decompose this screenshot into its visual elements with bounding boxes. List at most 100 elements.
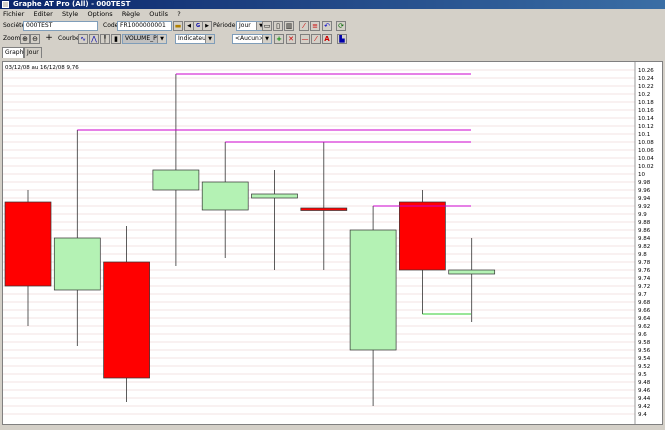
date-range-label: 03/12/08 au 16/12/08 9,76 xyxy=(5,65,79,71)
chart-settings-icon[interactable]: ▙ xyxy=(337,34,347,44)
refresh-icon[interactable]: ⟳ xyxy=(336,21,346,31)
aucun-value: <Aucun> xyxy=(235,35,264,42)
y-tick-label: 10.22 xyxy=(638,84,654,90)
code-input[interactable]: FR1000000001 xyxy=(117,21,172,31)
y-tick-label: 10.06 xyxy=(638,148,654,154)
y-tick-label: 9.62 xyxy=(638,324,650,330)
candle-body xyxy=(103,261,150,379)
y-tick-label: 10.24 xyxy=(638,76,654,82)
chevron-down-icon[interactable]: ▼ xyxy=(262,35,271,43)
candle-curve-icon[interactable]: ▮ xyxy=(111,34,121,44)
y-tick-label: 9.58 xyxy=(638,340,651,346)
area-curve-icon[interactable]: ⋀ xyxy=(89,34,99,44)
y-tick-label: 10.2 xyxy=(638,92,650,98)
y-tick-label: 10.16 xyxy=(638,108,654,114)
societe-label: Société xyxy=(3,22,26,29)
y-tick-label: 9.94 xyxy=(638,196,651,202)
y-tick-label: 10.1 xyxy=(638,132,650,138)
candlestick-chart: 10.26 10.24 10.22 10.2 10.18 10.16 10.14 10.12 1… xyxy=(3,62,654,424)
y-tick-label: 9.54 xyxy=(638,356,651,362)
window-split-icon[interactable]: ▯ xyxy=(273,21,283,31)
candle-body xyxy=(349,229,397,351)
y-tick-label: 10.26 xyxy=(638,68,654,74)
y-tick-label: 9.98 xyxy=(638,180,651,186)
y-tick-label: 10 xyxy=(638,172,645,178)
chart-area[interactable]: 10.26 10.24 10.22 10.2 10.18 10.16 10.14 10.12 1… xyxy=(2,61,663,425)
y-tick-label: 9.88 xyxy=(638,220,651,226)
y-tick-label: 9.4 xyxy=(638,412,647,418)
candle-body xyxy=(53,237,101,291)
y-tick-label: 9.9 xyxy=(638,212,647,218)
app-icon xyxy=(2,1,9,8)
y-tick-label: 9.44 xyxy=(638,396,651,402)
bar-curve-icon[interactable]: ╿ xyxy=(100,34,110,44)
menu-options[interactable]: Options xyxy=(88,10,113,18)
zoom-out-icon[interactable]: ⊖ xyxy=(30,34,40,44)
tab-graphe[interactable]: Graphe xyxy=(2,47,27,58)
chevron-down-icon[interactable]: ▼ xyxy=(157,35,166,43)
add-icon[interactable]: + xyxy=(274,34,284,44)
candle-body xyxy=(300,207,348,211)
y-tick-label: 9.8 xyxy=(638,252,647,258)
periode-value: Jour xyxy=(239,22,251,29)
horizontal-line-icon[interactable]: — xyxy=(300,34,310,44)
y-tick-label: 9.86 xyxy=(638,228,651,234)
y-tick-label: 9.42 xyxy=(638,404,650,410)
y-tick-label: 10.14 xyxy=(638,116,654,122)
aucun-select[interactable]: <Aucun> ▼ xyxy=(232,34,272,44)
text-annotation-icon[interactable]: A xyxy=(322,34,332,44)
delete-icon[interactable]: ✕ xyxy=(286,34,296,44)
y-tick-label: 9.84 xyxy=(638,236,651,242)
next-arrow-icon[interactable]: ▶ xyxy=(202,21,212,31)
undo-icon[interactable]: ↶ xyxy=(322,21,332,31)
candle-body xyxy=(251,193,298,199)
window-tile-icon[interactable]: ▥ xyxy=(284,21,294,31)
draw-line-icon[interactable]: ⁄ xyxy=(299,21,309,31)
line-curve-icon[interactable]: ∿ xyxy=(78,34,88,44)
y-tick-label: 9.96 xyxy=(638,188,651,194)
y-tick-label: 9.72 xyxy=(638,284,650,290)
window-single-icon[interactable]: ▭ xyxy=(262,21,272,31)
candle-body xyxy=(4,201,52,287)
menu-fichier[interactable]: Fichier xyxy=(3,10,24,18)
zoom-in-icon[interactable]: ⊕ xyxy=(20,34,30,44)
y-tick-label: 9.48 xyxy=(638,380,651,386)
indicateur-select[interactable]: Indicateur 1 ▼ xyxy=(175,34,215,44)
zoom-label: Zoom xyxy=(3,35,21,42)
y-tick-label: 10.02 xyxy=(638,164,654,170)
chevron-down-icon[interactable]: ▼ xyxy=(205,35,214,43)
menu-regle[interactable]: Règle xyxy=(122,10,140,18)
volume-select[interactable]: VOLUME_POI ▼ xyxy=(122,34,167,44)
y-tick-label: 9.82 xyxy=(638,244,650,250)
trend-line-icon[interactable]: ⁄ xyxy=(311,34,321,44)
candle-body xyxy=(201,181,249,211)
y-tick-label: 10.08 xyxy=(638,140,654,146)
y-tick-label: 9.56 xyxy=(638,348,651,354)
menu-help[interactable]: ? xyxy=(177,10,180,18)
crosshair-icon[interactable]: + xyxy=(44,34,54,44)
y-tick-label: 10.18 xyxy=(638,100,654,106)
y-tick-label: 9.6 xyxy=(638,332,647,338)
draw-channel-icon[interactable]: ≡ xyxy=(310,21,320,31)
menu-outils[interactable]: Outils xyxy=(149,10,168,18)
y-tick-label: 9.46 xyxy=(638,388,651,394)
title-bar: Graphe AT Pro (All) - 000TEST xyxy=(0,0,665,9)
menu-editer[interactable]: Editer xyxy=(33,10,52,18)
menu-bar: Fichier Editer Style Options Règle Outil… xyxy=(0,9,665,19)
window-title: Graphe AT Pro (All) - 000TEST xyxy=(13,0,131,8)
y-tick-label: 9.66 xyxy=(638,308,651,314)
y-tick-label: 9.92 xyxy=(638,204,650,210)
y-tick-label: 9.5 xyxy=(638,372,647,378)
candle-body xyxy=(448,269,496,275)
societe-input[interactable]: 000TEST xyxy=(23,21,98,31)
y-tick-label: 10.12 xyxy=(638,124,654,130)
y-tick-label: 9.64 xyxy=(638,316,651,322)
y-tick-label: 9.78 xyxy=(638,260,651,266)
tab-jour[interactable]: Jour xyxy=(24,47,42,58)
menu-style[interactable]: Style xyxy=(62,10,78,18)
y-tick-label: 9.68 xyxy=(638,300,651,306)
y-tick-label: 10.04 xyxy=(638,156,654,162)
y-tick-label: 9.52 xyxy=(638,364,650,370)
candle-body xyxy=(399,201,446,271)
folder-icon[interactable]: ▬ xyxy=(173,21,183,31)
